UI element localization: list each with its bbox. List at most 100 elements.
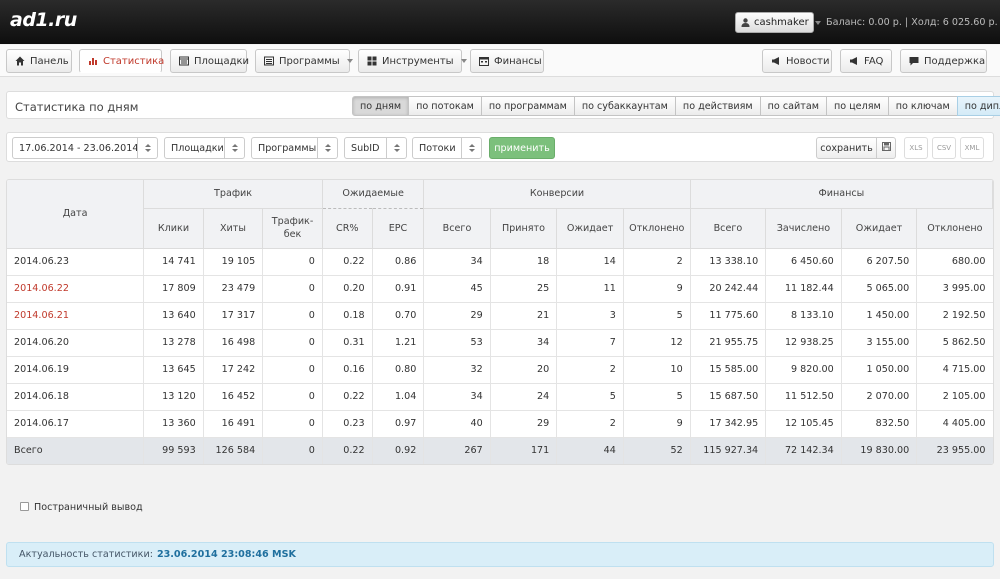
subid-select[interactable]: SubID: [344, 137, 407, 159]
chevron-down-icon: [346, 59, 353, 63]
chat-icon: [909, 56, 919, 66]
table-cell: 21 955.75: [690, 329, 767, 357]
nav-news[interactable]: Новости: [762, 49, 832, 73]
nav-finance[interactable]: Финансы: [470, 49, 544, 73]
nav-label: Поддержка: [924, 55, 986, 67]
table-cell: 20 242.44: [690, 275, 767, 303]
table-cell: 832.50: [841, 410, 918, 438]
table-cell: 0.23: [322, 410, 373, 438]
table-cell: 0.22: [322, 437, 373, 464]
nav-label: Программы: [279, 55, 340, 67]
save-format-button[interactable]: [876, 137, 896, 159]
tab-by-programs[interactable]: по программам: [480, 96, 575, 116]
table-cell: 0: [262, 248, 323, 276]
col-fin-rejected[interactable]: Отклонено: [916, 208, 993, 249]
row-date[interactable]: 2014.06.20: [7, 329, 145, 357]
table-cell: 23 479: [203, 275, 264, 303]
table-cell: 11 512.50: [765, 383, 842, 411]
col-fin-credited[interactable]: Зачислено: [765, 208, 842, 249]
nav-programs[interactable]: Программы: [255, 49, 353, 73]
table-cell: 0.80: [372, 356, 425, 384]
group-finance: Финансы: [690, 180, 993, 209]
row-date[interactable]: 2014.06.21: [7, 302, 145, 330]
table-cell: 19 830.00: [841, 437, 918, 464]
megaphone-icon: [849, 56, 859, 66]
table-cell: 0.86: [372, 248, 425, 276]
col-epc[interactable]: EPC: [372, 208, 425, 249]
table-cell: 9 820.00: [765, 356, 842, 384]
row-date[interactable]: 2014.06.17: [7, 410, 145, 438]
col-conv-pending[interactable]: Ожидает: [556, 208, 624, 249]
save-button[interactable]: сохранить: [816, 137, 877, 159]
col-conv-rejected[interactable]: Отклонено: [623, 208, 691, 249]
table-cell: 99 593: [143, 437, 204, 464]
tab-by-sites[interactable]: по сайтам: [759, 96, 827, 116]
table-cell: 3 155.00: [841, 329, 918, 357]
chart-icon: [88, 56, 98, 66]
table-cell: 115 927.34: [690, 437, 767, 464]
col-hits[interactable]: Хиты: [203, 208, 264, 249]
table-cell: 32: [423, 356, 491, 384]
table-cell: 2: [623, 248, 691, 276]
table-cell: 29: [490, 410, 558, 438]
row-date[interactable]: 2014.06.19: [7, 356, 145, 384]
user-menu-button[interactable]: cashmaker: [735, 12, 821, 33]
export-xls-button[interactable]: XLS: [904, 137, 928, 159]
tab-by-actions[interactable]: по действиям: [674, 96, 761, 116]
col-fin-total[interactable]: Всего: [690, 208, 767, 249]
tab-by-deeplinks[interactable]: по диплинкам: [956, 96, 1000, 116]
nav-support[interactable]: Поддержка: [900, 49, 987, 73]
export-csv-button[interactable]: CSV: [932, 137, 956, 159]
group-expected: Ожидаемые: [322, 180, 425, 209]
row-date[interactable]: 2014.06.22: [7, 275, 145, 303]
col-trafficback[interactable]: Трафик-бек: [262, 208, 323, 249]
table-cell: 6 207.50: [841, 248, 918, 276]
tab-by-goals[interactable]: по целям: [825, 96, 889, 116]
table-cell: 25: [490, 275, 558, 303]
nav-sites[interactable]: Площадки: [170, 49, 249, 73]
table-cell: 10: [623, 356, 691, 384]
top-bar: ad1.ru cashmaker Баланс: 0.00 р. | Холд:…: [0, 0, 1000, 44]
row-date[interactable]: 2014.06.18: [7, 383, 145, 411]
nav-statistics[interactable]: Статистика: [79, 49, 164, 73]
floppy-icon: [881, 142, 891, 154]
pagination-checkbox[interactable]: [20, 502, 29, 511]
main-nav: Панель Статистика Площадки Программы Инс…: [0, 45, 1000, 77]
user-icon: [741, 18, 750, 27]
export-xml-button[interactable]: XML: [960, 137, 984, 159]
tab-by-days[interactable]: по дням: [352, 96, 410, 116]
table-cell: 17 809: [143, 275, 204, 303]
nav-panel[interactable]: Панель: [6, 49, 72, 73]
logo[interactable]: ad1.ru: [10, 9, 77, 31]
row-date[interactable]: 2014.06.23: [7, 248, 145, 276]
subid-select-value: SubID: [351, 142, 380, 154]
table-cell: 29: [423, 302, 491, 330]
balance-label: Баланс:: [826, 17, 866, 28]
nav-faq[interactable]: FAQ: [840, 49, 892, 73]
table-cell: 11 182.44: [765, 275, 842, 303]
nav-tools[interactable]: Инструменты: [358, 49, 467, 73]
tab-by-subaccounts[interactable]: по субаккаунтам: [573, 96, 676, 116]
date-range-select[interactable]: 17.06.2014 - 23.06.2014: [12, 137, 158, 159]
col-cr[interactable]: CR%: [322, 208, 373, 249]
col-conv-accepted[interactable]: Принято: [490, 208, 558, 249]
pagination-label[interactable]: Постраничный вывод: [34, 502, 143, 513]
table-cell: 45: [423, 275, 491, 303]
col-clicks[interactable]: Клики: [143, 208, 204, 249]
programs-select[interactable]: Программы: [251, 137, 338, 159]
tab-by-streams[interactable]: по потокам: [408, 96, 482, 116]
sites-select[interactable]: Площадки: [164, 137, 245, 159]
nav-label: Новости: [786, 55, 830, 67]
table-cell: 24: [490, 383, 558, 411]
apply-button[interactable]: применить: [489, 137, 555, 159]
table-cell: 13 278: [143, 329, 204, 357]
col-fin-pending[interactable]: Ожидает: [841, 208, 918, 249]
col-conv-total[interactable]: Всего: [423, 208, 491, 249]
col-date[interactable]: Дата: [7, 180, 145, 249]
streams-select-value: Потоки: [419, 142, 456, 154]
tab-by-keys[interactable]: по ключам: [887, 96, 958, 116]
streams-select[interactable]: Потоки: [412, 137, 482, 159]
table-cell: 5 065.00: [841, 275, 918, 303]
table-row: 2014.06.19 13 645 17 242 0 0.16 0.80 32 20 2 10 15…: [7, 356, 993, 384]
nav-label: Инструменты: [382, 55, 454, 67]
